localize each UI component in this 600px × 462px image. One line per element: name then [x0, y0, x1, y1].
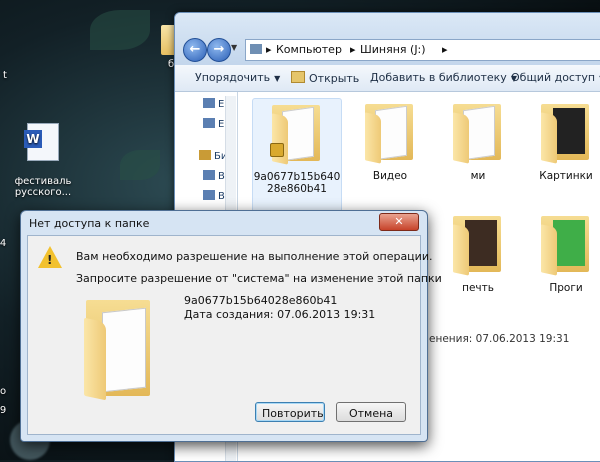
breadcrumb-drive[interactable]: Шиняня (J:): [360, 43, 426, 56]
folder-label: Картинки: [539, 170, 593, 182]
forward-arrow-icon[interactable]: →: [207, 38, 231, 62]
folder-item-video[interactable]: Видео: [346, 98, 434, 182]
folder-item[interactable]: ми: [434, 98, 522, 182]
explorer-header: ← → ▼ ▸ Компьютер ▸ Шиняня (J:) ▸: [175, 13, 600, 65]
computer-icon: [250, 44, 262, 54]
request-message: Запросите разрешение от "система" на изм…: [76, 272, 442, 285]
close-button[interactable]: ✕: [379, 213, 419, 231]
folder-icon: [451, 214, 505, 276]
dialog-title: Нет доступа к папке: [29, 217, 150, 230]
folder-label: печть: [462, 282, 494, 294]
retry-button[interactable]: Повторить: [255, 402, 325, 422]
picture-icon: [203, 190, 215, 200]
add-to-library-button[interactable]: Добавить в библиотеку ▼: [370, 71, 517, 84]
access-denied-dialog: Нет доступа к папке ✕ ! Вам необходимо р…: [20, 210, 442, 442]
folder-label: Видео: [372, 170, 408, 182]
folder-name: 9a0677b15b64028e860b41: [184, 294, 338, 307]
open-icon: [291, 71, 305, 83]
folder-icon: [539, 214, 593, 276]
folder-icon: [203, 118, 215, 128]
folder-item-pictures[interactable]: Картинки: [522, 98, 600, 182]
breadcrumb-computer[interactable]: Компьютер: [276, 43, 342, 56]
back-arrow-icon[interactable]: ←: [183, 38, 207, 62]
lock-icon: [270, 143, 284, 157]
folder-icon: [203, 98, 215, 108]
folder-label: 9a0677b15b64028e860b41: [253, 171, 341, 195]
permission-message: Вам необходимо разрешение на выполнение …: [76, 250, 433, 263]
folder-icon: [451, 102, 505, 164]
folder-icon: [539, 102, 593, 164]
folder-item[interactable]: печть: [434, 210, 522, 294]
desktop-icon-label: фестиваль русского...: [14, 176, 72, 198]
document-icon: [203, 170, 215, 180]
folder-icon: [270, 103, 324, 165]
desktop-edge-text: t: [3, 70, 7, 81]
chevron-down-icon: ▼: [274, 74, 281, 83]
address-bar[interactable]: ▸ Компьютер ▸ Шиняня (J:) ▸: [245, 39, 600, 61]
command-bar: Упорядочить ▼ Открыть Добавить в библиоте…: [175, 65, 600, 92]
word-document-icon: [24, 123, 59, 161]
open-button[interactable]: Открыть: [291, 71, 359, 85]
share-button[interactable]: Общий доступ▼: [511, 71, 600, 84]
status-bar-date: енения: 07.06.2013 19:31: [429, 333, 570, 345]
folder-icon: [80, 300, 160, 401]
library-icon: [199, 150, 211, 160]
organize-button[interactable]: Упорядочить ▼: [195, 71, 280, 84]
cancel-button[interactable]: Отмена: [336, 402, 406, 422]
folder-icon: [363, 102, 417, 164]
desktop-icon-word-document[interactable]: фестиваль русского...: [8, 112, 78, 198]
folder-item-programs[interactable]: Проги: [522, 210, 600, 294]
folder-label: Проги: [549, 282, 583, 294]
folder-label: ми: [470, 170, 486, 182]
folder-item-locked[interactable]: 9a0677b15b64028e860b41: [252, 98, 342, 216]
creation-date: Дата создания: 07.06.2013 19:31: [184, 308, 376, 321]
dialog-body: ! Вам необходимо разрешение на выполнени…: [27, 235, 442, 435]
recent-pages-dropdown-icon[interactable]: ▼: [231, 43, 237, 52]
